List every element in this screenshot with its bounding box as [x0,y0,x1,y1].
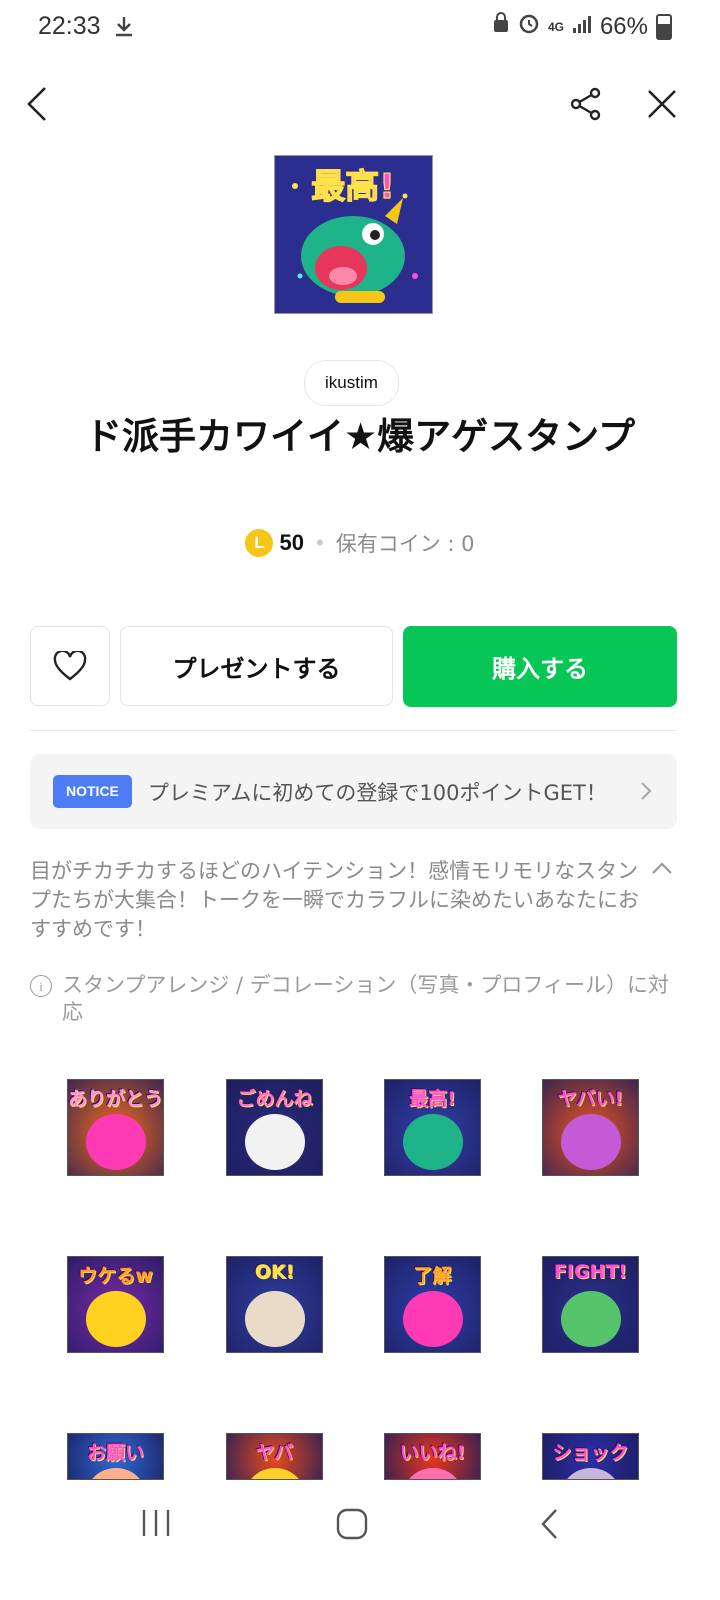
sticker-character [560,1291,621,1347]
recents-icon [142,1510,170,1536]
status-icons: 4G 66% [492,12,672,41]
sticker-label: OK! [254,1261,295,1283]
sticker-label: 了解 [413,1265,452,1287]
sticker-character [85,1291,146,1347]
chevron-left-icon [27,87,46,121]
sticker-label: いいね! [399,1442,466,1464]
chevron-up-icon [652,862,672,874]
notice-text: プレミアムに初めての登録で100ポイントGET！ [147,780,607,805]
signal-icon [572,13,592,41]
home-icon [336,1508,368,1540]
sticker-label: 最高! [409,1088,456,1110]
price-separator: • [313,531,326,555]
gift-button[interactable]: プレゼントする [120,626,393,706]
lock-icon [492,12,510,41]
back-icon [541,1509,557,1539]
sticker-label: ショック [552,1442,629,1464]
network-label: 4G [547,19,564,34]
sticker-item[interactable]: ごめんね [226,1079,323,1176]
sticker-arrange-text: スタンプアレンジ / デコレーション（写真・プロフィール）に対応 [62,973,669,1024]
sticker-label: ごめんね [236,1088,313,1110]
buy-button[interactable]: 購入する [403,626,677,707]
sticker-item[interactable]: ヤバい! [542,1079,639,1176]
sticker-arrange-info: i スタンプアレンジ / デコレーション（写真・プロフィール）に対応 [30,972,680,1026]
system-back-button[interactable] [538,1506,562,1546]
close-button[interactable] [638,80,686,128]
sticker-item[interactable]: お願い [67,1433,164,1480]
notice-banner[interactable]: NOTICE プレミアムに初めての登録で100ポイントGET！ [30,754,677,829]
home-button[interactable] [335,1507,369,1545]
sticker-label: ありがとう [68,1088,164,1110]
sticker-item[interactable]: いいね! [384,1433,481,1480]
sticker-character [244,1114,305,1170]
close-icon [648,90,676,118]
sticker-label: FIGHT! [553,1261,628,1283]
line-coin-icon: L [245,529,274,557]
sticker-character [402,1291,463,1347]
info-icon: i [30,975,52,997]
sticker-item[interactable]: ヤバ [226,1433,323,1480]
sticker-character [244,1291,305,1347]
sticker-character [560,1114,621,1170]
share-button[interactable] [562,80,610,128]
author-chip[interactable]: ikustim [304,360,399,406]
alarm-icon [518,12,540,41]
product-image-label: 最高! [311,167,395,207]
sticker-label: ヤバ [255,1442,294,1464]
chevron-right-icon [641,782,652,800]
divider [30,730,677,731]
sticker-item[interactable]: 最高! [384,1079,481,1176]
sticker-label: ヤバい! [557,1088,624,1110]
description-text: 目がチカチカするほどのハイテンション！感情モリモリなスタンプたちが大集合！トーク… [30,859,639,941]
notice-badge: NOTICE [53,775,132,808]
back-button[interactable] [14,80,62,128]
share-icon [570,87,601,121]
sticker-character [402,1114,463,1170]
sticker-item[interactable]: ショック [542,1433,639,1480]
sticker-item[interactable]: FIGHT! [542,1256,639,1353]
collapse-button[interactable] [650,860,674,880]
sticker-label: ウケるw [78,1265,153,1287]
system-nav-bar [0,1480,720,1600]
favorite-button[interactable] [30,626,110,706]
price-value: 50 [279,530,304,555]
recents-button[interactable] [138,1506,174,1544]
sticker-item[interactable]: ウケるw [67,1256,164,1353]
sticker-label: お願い [86,1442,144,1464]
battery-icon [656,13,672,40]
product-title: ド派手カワイイ★爆アゲスタンプ [84,415,636,458]
status-time: 22:33 [38,12,101,40]
owned-coins: 保有コイン : 0 [335,532,475,556]
sticker-item[interactable]: OK! [226,1256,323,1353]
sticker-item[interactable]: 了解 [384,1256,481,1353]
product-main-image: 最高! [274,155,433,314]
price-row: L 50 • 保有コイン : 0 [0,528,720,558]
sticker-character [85,1114,146,1170]
sticker-item[interactable]: ありがとう [67,1079,164,1176]
battery-label: 66% [599,12,648,40]
heart-icon [53,651,87,681]
download-icon [112,14,136,42]
